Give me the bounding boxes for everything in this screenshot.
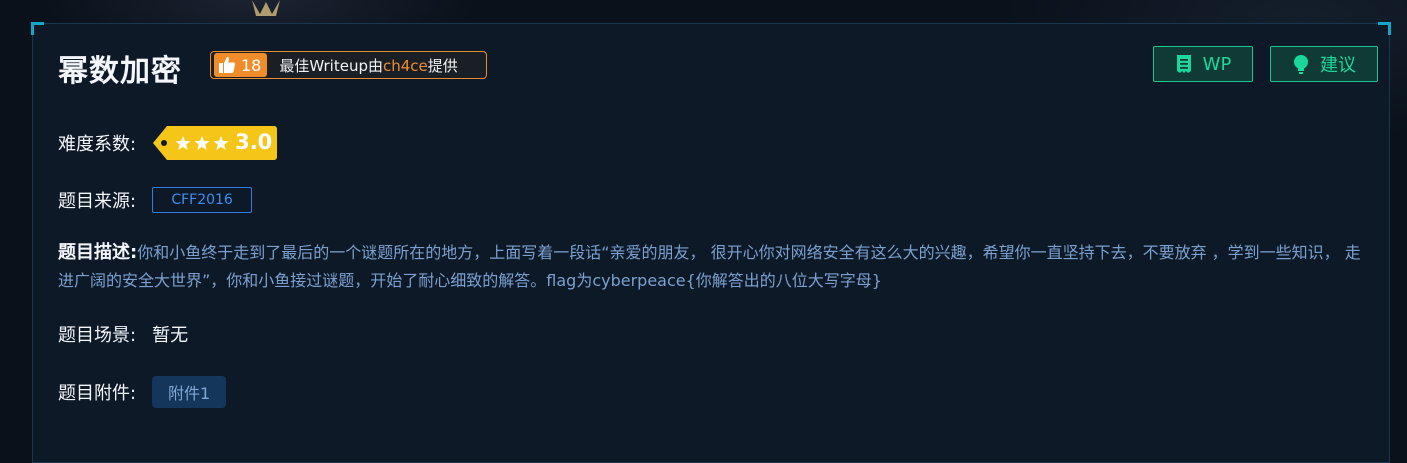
document-icon bbox=[1176, 55, 1191, 73]
suggestion-label: 建议 bbox=[1320, 55, 1356, 76]
difficulty-score: 3.0 bbox=[235, 130, 273, 154]
challenge-title: 幂数加密 bbox=[58, 54, 182, 89]
difficulty-stars bbox=[175, 135, 229, 151]
like-count: 18 bbox=[241, 55, 262, 75]
panel-corner-accent bbox=[31, 22, 44, 35]
like-count-pill[interactable]: 18 bbox=[214, 53, 268, 77]
writeup-like-badge[interactable]: 18 最佳Writeup由ch4ce提供 bbox=[210, 51, 487, 79]
writeup-prefix: 最佳Writeup由 bbox=[279, 56, 383, 75]
thumbs-up-icon bbox=[219, 57, 236, 73]
source-label: 题目来源: bbox=[58, 191, 137, 212]
description-label: 题目描述: bbox=[58, 242, 138, 263]
suggestion-button[interactable]: 建议 bbox=[1270, 46, 1378, 82]
best-writeup-text: 最佳Writeup由ch4ce提供 bbox=[279, 55, 457, 76]
description-text: 你和小鱼终于走到了最后的一个谜题所在的地方，上面写着一段话“亲爱的朋友， 很开心… bbox=[58, 243, 1361, 290]
difficulty-row: 难度系数: 3.0 bbox=[58, 126, 278, 160]
source-tag[interactable]: CFF2016 bbox=[152, 187, 253, 213]
scene-value: 暂无 bbox=[152, 325, 189, 346]
source-row: 题目来源: CFF2016 bbox=[58, 187, 253, 213]
attachment-download-button[interactable]: 附件1 bbox=[152, 376, 227, 408]
panel-corner-accent bbox=[1378, 22, 1391, 35]
wp-label: WP bbox=[1202, 53, 1232, 75]
challenge-panel: 幂数加密 18 最佳Writeup由ch4ce提供 WP 建议 难度系数: 3.… bbox=[31, 22, 1391, 463]
lightbulb-icon bbox=[1294, 55, 1308, 74]
description-block: 题目描述:你和小鱼终于走到了最后的一个谜题所在的地方，上面写着一段话“亲爱的朋友… bbox=[58, 239, 1368, 295]
difficulty-badge: 3.0 bbox=[153, 126, 278, 160]
crown-emblem-icon bbox=[252, 0, 280, 16]
star-icon bbox=[213, 136, 229, 150]
star-icon bbox=[175, 136, 191, 150]
scene-label: 题目场景: bbox=[58, 325, 137, 346]
writeup-author-link[interactable]: ch4ce bbox=[383, 57, 428, 75]
star-icon bbox=[194, 136, 210, 150]
attachment-label: 题目附件: bbox=[58, 383, 137, 404]
attachment-row: 题目附件: 附件1 bbox=[58, 376, 227, 408]
difficulty-label: 难度系数: bbox=[58, 134, 137, 155]
writeup-suffix: 提供 bbox=[427, 56, 458, 75]
wp-button[interactable]: WP bbox=[1153, 46, 1253, 82]
scene-row: 题目场景: 暂无 bbox=[58, 321, 188, 347]
